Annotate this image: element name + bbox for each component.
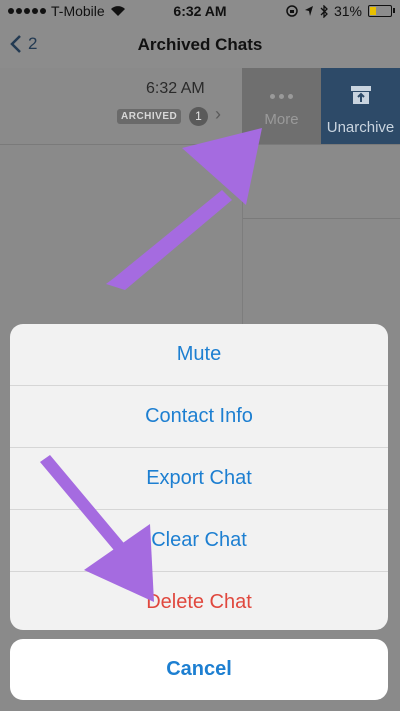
more-dots-icon: [242, 94, 321, 99]
lock-rotation-icon: [286, 5, 298, 17]
screen: T-Mobile 6:32 AM 31% 2 Archived Chats 6:…: [0, 0, 400, 711]
status-right: 31%: [286, 3, 395, 19]
action-sheet: Mute Contact Info Export Chat Clear Chat…: [10, 324, 388, 630]
chevron-right-icon: ›: [215, 104, 221, 124]
unarchive-button[interactable]: Unarchive: [321, 68, 400, 144]
page-title: Archived Chats: [137, 35, 263, 54]
arrow-pointing-to-more-icon: [106, 128, 262, 290]
battery-icon: [368, 5, 395, 17]
contact-info-option[interactable]: Contact Info: [10, 386, 388, 448]
clear-chat-option[interactable]: Clear Chat: [10, 510, 388, 572]
column-divider: [242, 144, 243, 324]
archived-badge: ARCHIVED: [117, 109, 182, 124]
delete-chat-option[interactable]: Delete Chat: [10, 572, 388, 630]
cancel-button[interactable]: Cancel: [10, 639, 388, 700]
more-button[interactable]: More: [242, 68, 321, 144]
location-icon: [304, 6, 313, 16]
unread-count: 1: [189, 107, 208, 126]
unarchive-label: Unarchive: [326, 119, 395, 136]
export-chat-option[interactable]: Export Chat: [10, 448, 388, 510]
more-label: More: [264, 111, 299, 128]
row-divider: [242, 218, 400, 219]
bluetooth-icon: [320, 4, 328, 18]
mute-option[interactable]: Mute: [10, 324, 388, 386]
archive-box-icon: [350, 86, 371, 104]
battery-percent: 31%: [333, 3, 362, 19]
chat-time: 6:32 AM: [146, 80, 205, 97]
row-divider: [242, 144, 400, 145]
navigation-bar: 2 Archived Chats: [0, 24, 400, 69]
status-bar: T-Mobile 6:32 AM 31%: [0, 0, 400, 24]
